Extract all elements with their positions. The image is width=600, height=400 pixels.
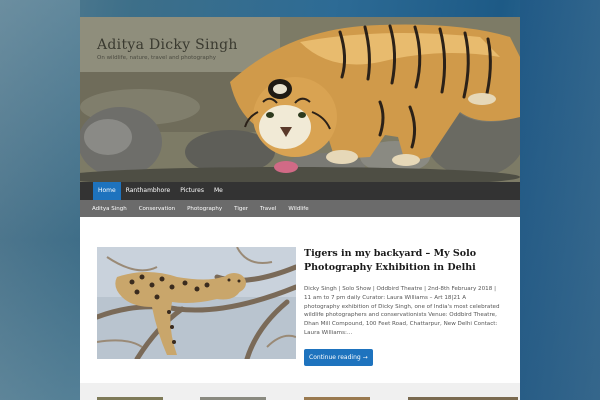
category-wildlife[interactable]: Wildlife	[282, 206, 314, 212]
background-right	[520, 0, 600, 400]
post-thumbnail[interactable]	[97, 247, 296, 359]
site-tagline: On wildlife, nature, travel and photogra…	[97, 55, 217, 61]
post-excerpt: Dicky Singh | Solo Show | Oddbird Theatr…	[304, 286, 500, 336]
category-aditya-singh[interactable]: Aditya Singh	[86, 206, 133, 212]
continue-reading-button[interactable]: Continue reading →	[304, 348, 373, 366]
nav-item-pictures[interactable]: Pictures	[175, 182, 209, 200]
post-content: Tigers in my backyard – My Solo Photogra…	[304, 247, 503, 366]
site-title[interactable]: Aditya Dicky Singh	[97, 37, 238, 53]
nav-item-me[interactable]: Me	[209, 182, 228, 200]
background-left	[0, 0, 80, 400]
leopard-image	[97, 247, 296, 359]
secondary-navigation: Aditya Singh Conservation Photography Ti…	[80, 200, 520, 217]
category-tiger[interactable]: Tiger	[228, 206, 254, 212]
nav-item-ranthambhore[interactable]: Ranthambhore	[121, 182, 176, 200]
primary-navigation: Home Ranthambhore Pictures Me	[80, 182, 520, 200]
post-title[interactable]: Tigers in my backyard – My Solo Photogra…	[304, 247, 503, 275]
header-banner[interactable]: Aditya Dicky Singh On wildlife, nature, …	[80, 17, 520, 182]
nav-item-home[interactable]: Home	[93, 182, 121, 200]
category-photography[interactable]: Photography	[181, 206, 228, 212]
category-travel[interactable]: Travel	[254, 206, 282, 212]
category-conservation[interactable]: Conservation	[133, 206, 181, 212]
